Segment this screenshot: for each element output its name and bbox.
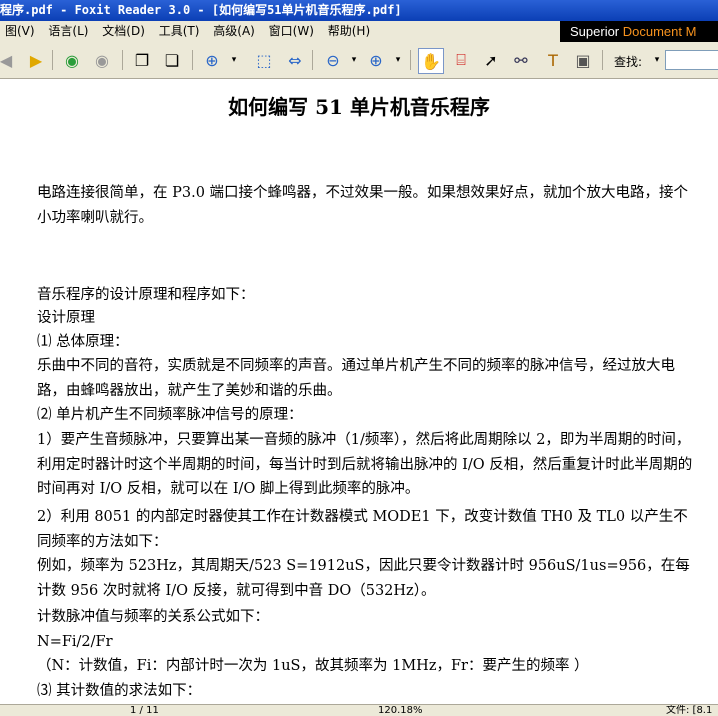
- paragraph: （N：计数值，Fi：内部计时一次为 1uS，故其频率为 1MHz，Fr：要产生的…: [37, 658, 589, 674]
- paragraph: ⑴ 总体原理：: [37, 334, 129, 350]
- brand-accent: Document M: [622, 24, 697, 39]
- paragraph: 设计原理: [37, 310, 95, 326]
- zoom-indicator[interactable]: 120.18%: [378, 705, 423, 716]
- green-back-icon[interactable]: ◉: [60, 48, 84, 72]
- text-select-icon[interactable]: T: [541, 48, 565, 72]
- find-label: 查找:: [614, 55, 643, 69]
- zoom-in-icon[interactable]: ⊕: [200, 48, 224, 72]
- brand-prefix: Superior: [570, 24, 623, 39]
- paragraph: 乐曲中不同的音符，实质就是不同频率的声音。通过单片机产生不同的频率的脉冲信号，经…: [37, 358, 675, 399]
- window-title: 程序.pdf - Foxit Reader 3.0 - [如何编写51单片机音乐…: [0, 3, 402, 17]
- paragraph: ⑶ 其计数值的求法如下：: [37, 683, 202, 699]
- menu-document[interactable]: 文档(D): [102, 24, 145, 38]
- paragraph: 例如，频率为 523Hz，其周期天/523 S=1912uS，因此只要令计数器计…: [37, 558, 690, 599]
- toolbar-separator: [410, 50, 411, 70]
- zoom-plus-icon[interactable]: ⊕: [364, 48, 388, 72]
- forward-arrow-icon[interactable]: ▶: [24, 48, 48, 72]
- copy-page-icon[interactable]: ❐: [130, 48, 154, 72]
- toolbar-separator: [312, 50, 313, 70]
- find-input[interactable]: [665, 50, 718, 70]
- paragraph: N=Fi/2/Fr: [37, 634, 113, 650]
- camera-icon[interactable]: ▣: [571, 48, 595, 72]
- toolbar-separator: [52, 50, 53, 70]
- paragraph: 音乐程序的设计原理和程序如下：: [37, 287, 255, 303]
- page-indicator[interactable]: 1 / 11: [130, 705, 159, 716]
- gray-forward-icon[interactable]: ◉: [90, 48, 114, 72]
- snapshot-glasses-icon[interactable]: ⌸: [449, 48, 473, 72]
- status-bar: 1 / 11 120.18% 文件: [8.1: [0, 704, 718, 716]
- menu-window[interactable]: 窗口(W): [269, 24, 314, 38]
- menu-language[interactable]: 语言(L): [48, 24, 88, 38]
- paragraph: ⑵ 单片机产生不同频率脉冲信号的原理：: [37, 407, 303, 423]
- toolbar-separator: [122, 50, 123, 70]
- back-arrow-icon[interactable]: ◀: [0, 48, 18, 72]
- document-page: 如何编写 51 单片机音乐程序 电路连接很简单，在 P3.0 端口接个蜂鸣器，不…: [0, 79, 718, 704]
- file-indicator: 文件: [8.1: [666, 705, 713, 716]
- fit-width-icon[interactable]: ⇔: [283, 48, 307, 72]
- menu-help[interactable]: 帮助(H): [328, 24, 370, 38]
- page-title: 如何编写 51 单片机音乐程序: [228, 95, 490, 119]
- toolbar: ◀ ▶ ◉ ◉ ❐ ❏ ⊕ ▾ ⬚ ⇔ ⊖ ▾ ⊕ ▾ ✋ ⌸ ➚ ⚯ T ▣ …: [0, 42, 718, 79]
- menu-tools[interactable]: 工具(T): [159, 24, 200, 38]
- select-arrow-icon[interactable]: ➚: [479, 48, 503, 72]
- menu-advanced[interactable]: 高级(A): [213, 24, 255, 38]
- window-title-bar: 程序.pdf - Foxit Reader 3.0 - [如何编写51单片机音乐…: [0, 0, 718, 21]
- binoculars-icon[interactable]: ⚯: [509, 48, 533, 72]
- paragraph: 1）要产生音频脉冲，只要算出某一音频的脉冲（1/频率），然后将此周期除以 2，即…: [37, 432, 693, 497]
- chevron-down-icon[interactable]: ▾: [222, 48, 246, 72]
- fit-page-icon[interactable]: ⬚: [252, 48, 276, 72]
- paragraph: 2）利用 8051 的内部定时器使其工作在计数器模式 MODE1 下，改变计数值…: [37, 509, 688, 550]
- toolbar-separator: [602, 50, 603, 70]
- chevron-down-icon[interactable]: ▾: [386, 48, 410, 72]
- chevron-down-icon[interactable]: ▾: [342, 48, 366, 72]
- brand-banner: Superior Document M: [560, 21, 718, 42]
- menu-view[interactable]: 图(V): [5, 24, 35, 38]
- toolbar-separator: [192, 50, 193, 70]
- hand-tool-icon[interactable]: ✋: [418, 48, 444, 74]
- paste-page-icon[interactable]: ❏: [160, 48, 184, 72]
- paragraph: 计数脉冲值与频率的关系公式如下：: [37, 609, 269, 625]
- paragraph: 电路连接很简单，在 P3.0 端口接个蜂鸣器，不过效果一般。如果想效果好点，就加…: [37, 185, 689, 226]
